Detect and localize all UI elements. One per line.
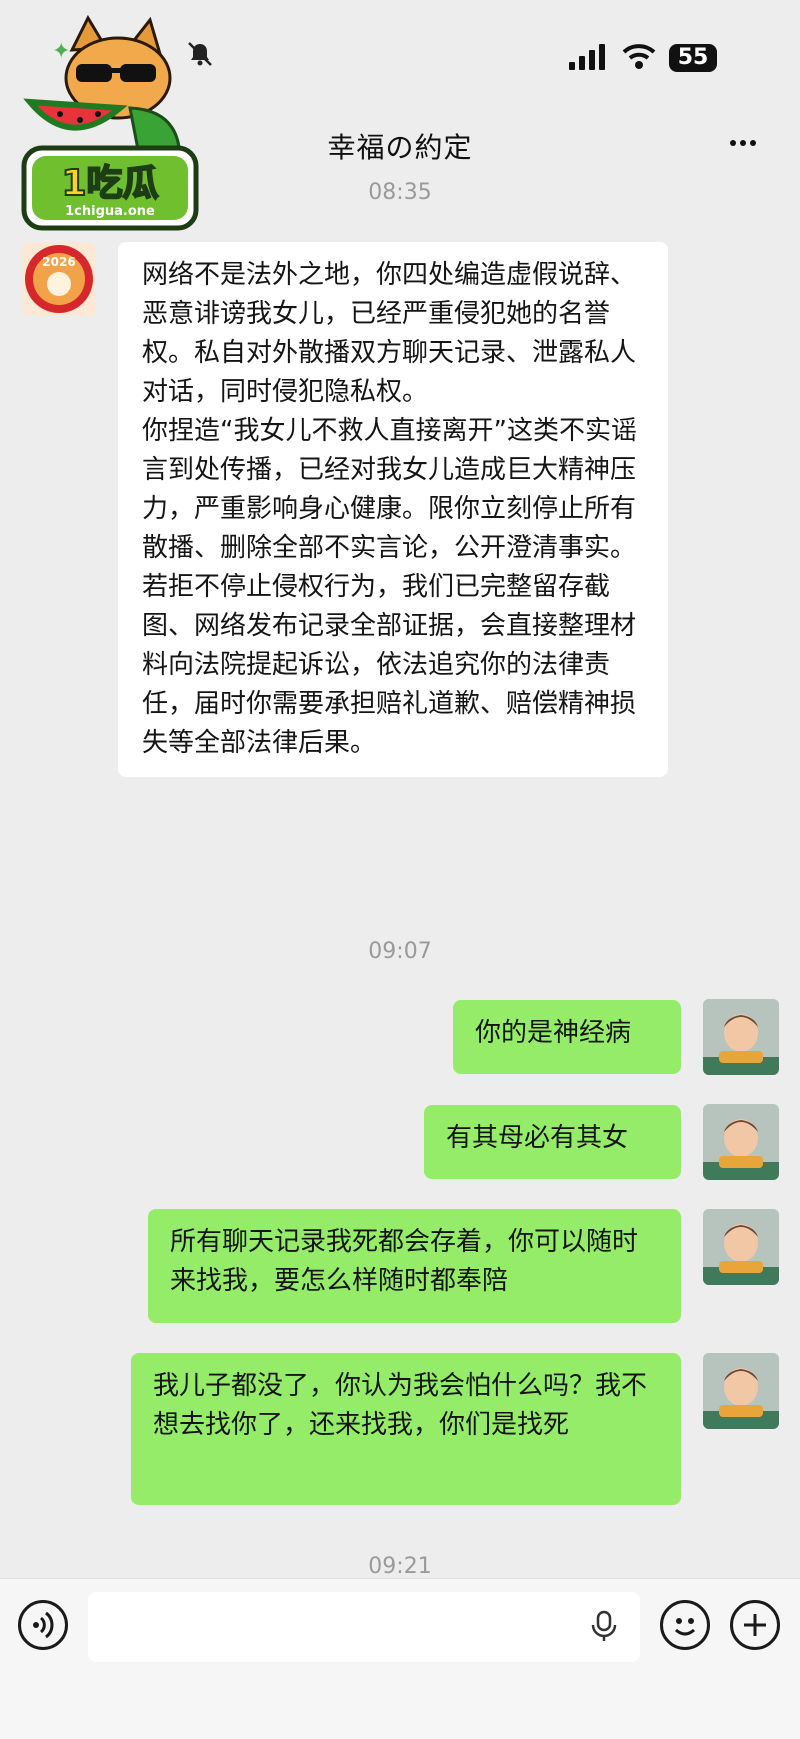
timestamp: 09:07: [368, 939, 432, 964]
incoming-message-bubble[interactable]: 网络不是法外之地，你四处编造虚假说辞、恶意诽谤我女儿，已经严重侵犯她的名誉权。私…: [118, 242, 668, 777]
more-dots-icon[interactable]: [728, 128, 768, 158]
svg-text:2026: 2026: [42, 255, 75, 269]
sparkle-icon: ✦: [52, 39, 70, 64]
wifi-icon: [622, 44, 656, 69]
plus-icon[interactable]: [730, 1600, 780, 1650]
microphone-icon[interactable]: [586, 1608, 622, 1644]
battery-icon: 55: [669, 44, 717, 72]
watermark-site: 1chigua.one: [65, 204, 155, 219]
outgoing-message-bubble[interactable]: 所有聊天记录我死都会存着，你可以随时来找我，要怎么样随时都奉陪: [148, 1209, 681, 1323]
emoji-icon[interactable]: [660, 1600, 710, 1650]
outgoing-message-bubble[interactable]: 你的是神经病: [453, 1000, 681, 1074]
message-input[interactable]: [88, 1592, 640, 1662]
chat-title: 幸福の約定: [327, 131, 473, 164]
message-text: 有其母必有其女: [446, 1123, 629, 1153]
avatar-image: [703, 1353, 779, 1429]
message-paragraph: 网络不是法外之地，你四处编造虚假说辞、恶意诽谤我女儿，已经严重侵犯她的名誉权。私…: [142, 260, 637, 407]
outgoing-message-bubble[interactable]: 有其母必有其女: [424, 1105, 681, 1179]
cellular-signal-icon: [569, 44, 605, 70]
avatar-image: [703, 1209, 779, 1285]
voice-icon[interactable]: [18, 1600, 68, 1650]
my-avatar[interactable]: [703, 1353, 779, 1429]
watermark-logo: 1吃瓜 1chigua.one ✦: [21, 14, 199, 231]
outgoing-message-bubble[interactable]: 我儿子都没了，你认为我会怕什么吗？我不想去找你了，还来找我，你们是找死: [131, 1353, 681, 1505]
message-paragraph: 若拒不停止侵权行为，我们已完整留存截图、网络发布记录全部证据，会直接整理材料向法…: [142, 572, 637, 758]
timestamp: 08:35: [368, 180, 432, 205]
timestamp: 09:21: [368, 1554, 432, 1579]
avatar-image: 2026: [22, 242, 96, 316]
message-text: 你的是神经病: [475, 1018, 632, 1048]
message-paragraph: 你捏造“我女儿不救人直接离开”这类不实谣言到处传播，已经对我女儿造成巨大精神压力…: [142, 416, 637, 563]
message-text: 所有聊天记录我死都会存着，你可以随时来找我，要怎么样随时都奉陪: [170, 1227, 639, 1296]
my-avatar[interactable]: [703, 1104, 779, 1180]
avatar-image: [703, 999, 779, 1075]
my-avatar[interactable]: [703, 999, 779, 1075]
contact-avatar[interactable]: 2026: [22, 242, 96, 316]
my-avatar[interactable]: [703, 1209, 779, 1285]
message-text: 我儿子都没了，你认为我会怕什么吗？我不想去找你了，还来找我，你们是找死: [153, 1371, 648, 1440]
avatar-image: [703, 1104, 779, 1180]
